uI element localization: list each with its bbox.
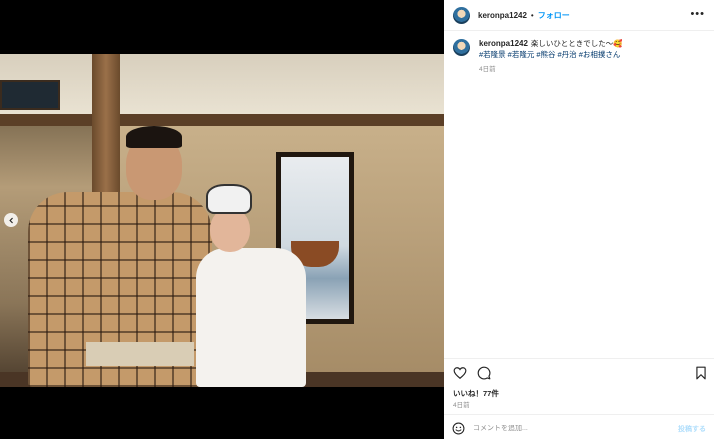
caption-emoji: 🥰	[613, 39, 623, 48]
hashtag-link[interactable]: #熊谷	[536, 50, 555, 59]
likes-count[interactable]: いいね！77件	[453, 388, 499, 399]
comment-bar: 投稿する	[444, 418, 714, 439]
comment-icon[interactable]	[477, 366, 491, 380]
more-horizontal-icon[interactable]: •••	[690, 8, 705, 20]
bookmark-icon[interactable]	[694, 366, 708, 380]
hashtag-link[interactable]: #お相撲さん	[579, 50, 621, 59]
emoji-icon[interactable]	[452, 422, 465, 435]
post-timestamp: 4日前	[453, 402, 470, 409]
hashtag-link[interactable]: #丹治	[558, 50, 577, 59]
photo-person-woman	[196, 184, 316, 387]
caption-text: 楽しいひとときでした〜	[530, 39, 614, 48]
post-photo[interactable]	[0, 54, 444, 387]
post-side-pane: keronpa1242 • フォロー ••• keronpa1242 楽しいひとと…	[444, 0, 714, 439]
post-header: keronpa1242 • フォロー •••	[444, 0, 714, 30]
hashtag-link[interactable]: #若隆元	[508, 50, 535, 59]
header-divider	[444, 30, 714, 31]
photo-beam	[0, 114, 444, 126]
caption-username[interactable]: keronpa1242	[479, 39, 528, 48]
heart-icon[interactable]	[453, 366, 467, 380]
photo-ceiling	[0, 54, 444, 114]
follow-button[interactable]: フォロー	[538, 10, 570, 21]
avatar[interactable]	[453, 6, 470, 24]
post-caption: keronpa1242 楽しいひとときでした〜🥰 #若隆景 #若隆元 #熊谷 #丹治 #お…	[453, 38, 708, 75]
chevron-left-icon[interactable]	[4, 213, 18, 227]
action-bar	[453, 365, 708, 381]
photo-wall-frame	[0, 80, 60, 110]
photo-person-wrestler	[28, 126, 212, 387]
caption-avatar[interactable]	[453, 39, 470, 56]
comment-input[interactable]	[473, 425, 678, 432]
hashtag-link[interactable]: #若隆景	[479, 50, 506, 59]
hashtag-list: #若隆景 #若隆元 #熊谷 #丹治 #お相撲さん	[479, 49, 623, 60]
header-username[interactable]: keronpa1242	[478, 11, 527, 20]
header-separator: •	[530, 10, 534, 20]
actions-divider	[444, 358, 714, 359]
caption-timestamp: 4日前	[479, 66, 496, 73]
post-media-pane	[0, 0, 444, 439]
comment-divider	[444, 414, 714, 415]
post-comment-button[interactable]: 投稿する	[678, 424, 706, 434]
